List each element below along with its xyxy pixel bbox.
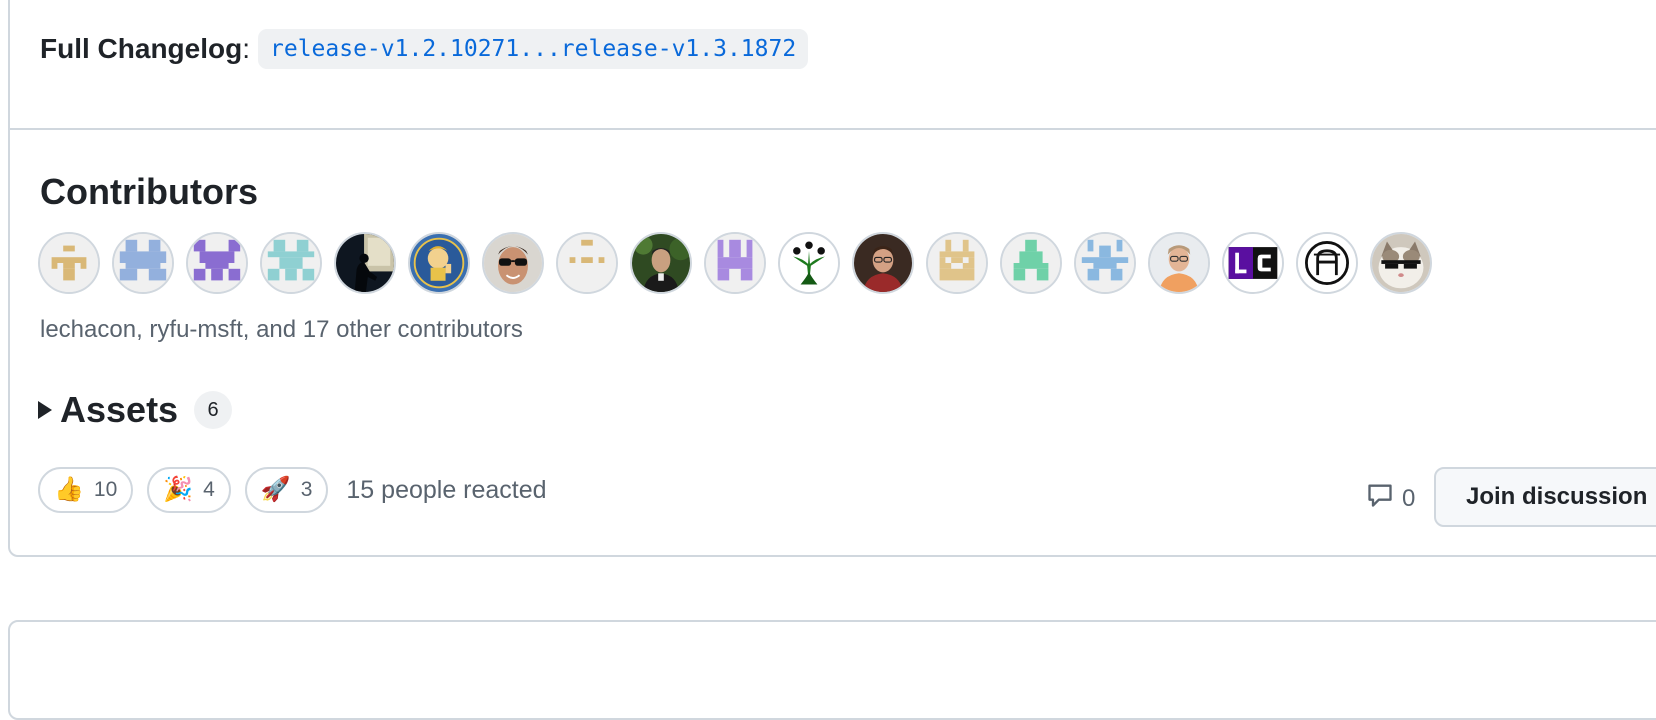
- triangle-right-icon: [38, 401, 52, 419]
- next-release-card: [8, 620, 1656, 720]
- avatar[interactable]: [778, 232, 840, 294]
- avatar[interactable]: [852, 232, 914, 294]
- avatar[interactable]: [1074, 232, 1136, 294]
- avatar[interactable]: [408, 232, 470, 294]
- reaction-tada-button[interactable]: 🎉 4: [147, 467, 231, 513]
- avatar[interactable]: [1370, 232, 1432, 294]
- changelog-compare-link[interactable]: release-v1.2.10271...release-v1.3.1872: [258, 29, 809, 69]
- comment-icon: [1366, 481, 1394, 516]
- avatar[interactable]: [1148, 232, 1210, 294]
- assets-label: Assets: [60, 389, 179, 430]
- avatar[interactable]: [630, 232, 692, 294]
- rocket-icon: 🚀: [260, 476, 291, 503]
- assets-toggle[interactable]: Assets 6: [38, 388, 233, 432]
- assets-count-badge: 6: [194, 391, 233, 429]
- avatar[interactable]: [38, 232, 100, 294]
- avatar[interactable]: [1222, 232, 1284, 294]
- contributors-summary: lechacon, ryfu-msft, and 17 other contri…: [40, 316, 523, 343]
- contributor-avatars: [38, 232, 1432, 294]
- join-discussion-button[interactable]: Join discussion: [1434, 467, 1656, 527]
- avatar[interactable]: [926, 232, 988, 294]
- comment-count: 0: [1402, 484, 1416, 512]
- reaction-count: 3: [300, 478, 313, 501]
- avatar[interactable]: [556, 232, 618, 294]
- reactions-bar: 👍 10 🎉 4 🚀 3 15 people reacted: [38, 467, 547, 513]
- changelog-colon: :: [242, 33, 250, 64]
- contributors-title: Contributors: [40, 171, 258, 212]
- comments-link[interactable]: 0: [1366, 481, 1415, 516]
- reaction-rocket-button[interactable]: 🚀 3: [244, 467, 329, 513]
- avatar[interactable]: [482, 232, 544, 294]
- avatar[interactable]: [1296, 232, 1358, 294]
- reaction-thumbs-up-button[interactable]: 👍 10: [38, 467, 134, 513]
- avatar[interactable]: [260, 232, 322, 294]
- tada-icon: 🎉: [163, 476, 194, 503]
- reaction-count: 10: [93, 478, 118, 501]
- avatar[interactable]: [334, 232, 396, 294]
- reactions-summary: 15 people reacted: [346, 475, 547, 504]
- avatar[interactable]: [704, 232, 766, 294]
- card-divider: [8, 128, 1656, 130]
- avatar[interactable]: [1000, 232, 1062, 294]
- avatar[interactable]: [186, 232, 248, 294]
- thumbs-up-icon: 👍: [54, 476, 84, 503]
- reaction-count: 4: [203, 478, 215, 501]
- changelog-label: Full Changelog: [40, 33, 243, 64]
- full-changelog: Full Changelog : release-v1.2.10271...re…: [40, 29, 809, 69]
- avatar[interactable]: [112, 232, 174, 294]
